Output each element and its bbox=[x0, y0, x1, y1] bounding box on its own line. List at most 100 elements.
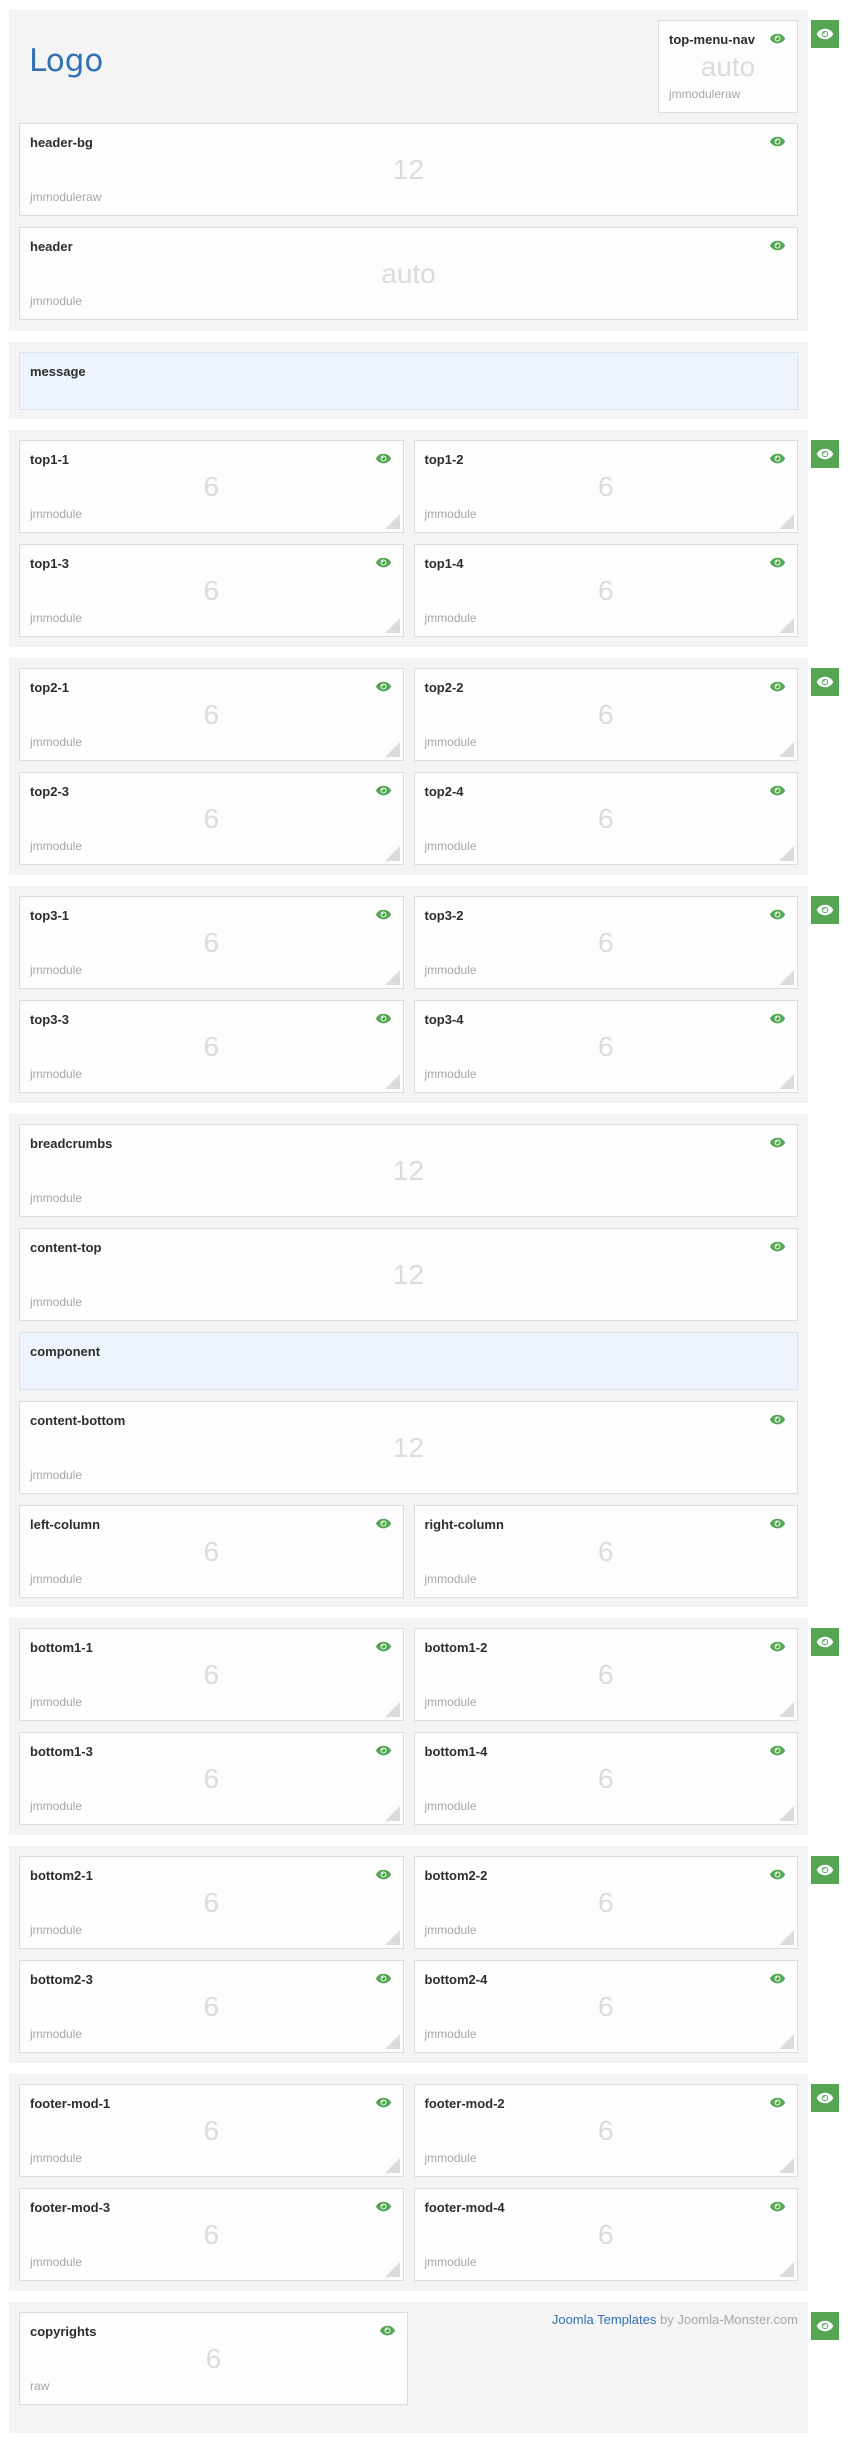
eye-icon[interactable] bbox=[769, 909, 786, 920]
resize-handle-icon[interactable] bbox=[384, 2158, 400, 2173]
eye-icon[interactable] bbox=[375, 1641, 392, 1652]
eye-icon[interactable] bbox=[769, 33, 786, 44]
resize-handle-icon[interactable] bbox=[384, 742, 400, 757]
module-position[interactable]: bottom1-2 6 jmmodule bbox=[413, 1628, 798, 1721]
joomla-templates-link[interactable]: Joomla Templates bbox=[552, 2312, 657, 2327]
module-position-breadcrumbs[interactable]: breadcrumbs 12 jmmodule bbox=[19, 1124, 798, 1217]
top2-visibility-toggle[interactable] bbox=[811, 668, 839, 696]
eye-icon[interactable] bbox=[375, 1013, 392, 1024]
module-position-message[interactable]: message bbox=[19, 352, 798, 410]
module-position[interactable]: top3-2 6 jmmodule bbox=[413, 896, 798, 989]
module-position[interactable]: top3-4 6 jmmodule bbox=[413, 1000, 798, 1093]
module-position[interactable]: bottom1-3 6 jmmodule bbox=[19, 1732, 404, 1825]
eye-icon[interactable] bbox=[769, 1241, 786, 1252]
module-position[interactable]: footer-mod-3 6 jmmodule bbox=[19, 2188, 404, 2281]
module-position-left-column[interactable]: left-column 6 jmmodule bbox=[19, 1505, 404, 1598]
module-position[interactable]: top1-4 6 jmmodule bbox=[413, 544, 798, 637]
eye-icon[interactable] bbox=[769, 1745, 786, 1756]
eye-icon[interactable] bbox=[769, 1137, 786, 1148]
module-position[interactable]: bottom2-2 6 jmmodule bbox=[413, 1856, 798, 1949]
module-position[interactable]: bottom1-1 6 jmmodule bbox=[19, 1628, 404, 1721]
module-position[interactable]: top2-3 6 jmmodule bbox=[19, 772, 404, 865]
module-position[interactable]: bottom1-4 6 jmmodule bbox=[413, 1732, 798, 1825]
eye-icon[interactable] bbox=[769, 1518, 786, 1529]
eye-icon[interactable] bbox=[769, 2097, 786, 2108]
module-position-content-bottom[interactable]: content-bottom 12 jmmodule bbox=[19, 1401, 798, 1494]
resize-handle-icon[interactable] bbox=[779, 2158, 794, 2173]
eye-icon[interactable] bbox=[375, 1869, 392, 1880]
module-position[interactable]: footer-mod-1 6 jmmodule bbox=[19, 2084, 404, 2177]
module-position[interactable]: top2-4 6 jmmodule bbox=[413, 772, 798, 865]
eye-icon[interactable] bbox=[375, 2201, 392, 2212]
module-position-top-menu-nav[interactable]: top-menu-nav auto jmmoduleraw bbox=[658, 20, 798, 113]
module-position-header[interactable]: header auto jmmodule bbox=[19, 227, 798, 320]
resize-handle-icon[interactable] bbox=[779, 1930, 794, 1945]
resize-handle-icon[interactable] bbox=[384, 846, 400, 861]
module-position[interactable]: top3-1 6 jmmodule bbox=[19, 896, 404, 989]
eye-icon[interactable] bbox=[375, 453, 392, 464]
resize-handle-icon[interactable] bbox=[779, 1702, 794, 1717]
eye-icon[interactable] bbox=[769, 1414, 786, 1425]
eye-icon[interactable] bbox=[769, 240, 786, 251]
bottom1-visibility-toggle[interactable] bbox=[811, 1628, 839, 1656]
eye-icon[interactable] bbox=[375, 1518, 392, 1529]
eye-icon[interactable] bbox=[769, 453, 786, 464]
eye-icon[interactable] bbox=[375, 2097, 392, 2108]
eye-icon[interactable] bbox=[375, 785, 392, 796]
module-position-content-top[interactable]: content-top 12 jmmodule bbox=[19, 1228, 798, 1321]
top1-visibility-toggle[interactable] bbox=[811, 440, 839, 468]
module-position[interactable]: top1-3 6 jmmodule bbox=[19, 544, 404, 637]
resize-handle-icon[interactable] bbox=[779, 846, 794, 861]
eye-icon[interactable] bbox=[375, 681, 392, 692]
resize-handle-icon[interactable] bbox=[779, 2034, 794, 2049]
footer-visibility-toggle[interactable] bbox=[811, 2084, 839, 2112]
resize-handle-icon[interactable] bbox=[779, 1074, 794, 1089]
resize-handle-icon[interactable] bbox=[384, 1074, 400, 1089]
header-visibility-toggle[interactable] bbox=[811, 20, 839, 48]
resize-handle-icon[interactable] bbox=[384, 618, 400, 633]
module-position-copyrights[interactable]: copyrights 6 raw bbox=[19, 2312, 408, 2405]
eye-icon[interactable] bbox=[375, 557, 392, 568]
module-position[interactable]: top1-1 6 jmmodule bbox=[19, 440, 404, 533]
module-position-component[interactable]: component bbox=[19, 1332, 798, 1390]
eye-icon[interactable] bbox=[769, 2201, 786, 2212]
eye-icon[interactable] bbox=[769, 136, 786, 147]
resize-handle-icon[interactable] bbox=[384, 2262, 400, 2277]
module-position[interactable]: footer-mod-4 6 jmmodule bbox=[413, 2188, 798, 2281]
eye-icon[interactable] bbox=[769, 557, 786, 568]
eye-icon[interactable] bbox=[375, 1973, 392, 1984]
module-position[interactable]: top3-3 6 jmmodule bbox=[19, 1000, 404, 1093]
resize-handle-icon[interactable] bbox=[384, 1702, 400, 1717]
eye-icon[interactable] bbox=[769, 681, 786, 692]
module-position[interactable]: top2-1 6 jmmodule bbox=[19, 668, 404, 761]
eye-icon[interactable] bbox=[375, 909, 392, 920]
resize-handle-icon[interactable] bbox=[779, 618, 794, 633]
module-position[interactable]: bottom2-1 6 jmmodule bbox=[19, 1856, 404, 1949]
eye-icon[interactable] bbox=[769, 1869, 786, 1880]
eye-icon[interactable] bbox=[769, 785, 786, 796]
top3-visibility-toggle[interactable] bbox=[811, 896, 839, 924]
eye-icon[interactable] bbox=[769, 1973, 786, 1984]
copyrights-visibility-toggle[interactable] bbox=[811, 2312, 839, 2340]
resize-handle-icon[interactable] bbox=[779, 970, 794, 985]
eye-icon[interactable] bbox=[769, 1013, 786, 1024]
module-position[interactable]: footer-mod-2 6 jmmodule bbox=[413, 2084, 798, 2177]
resize-handle-icon[interactable] bbox=[384, 970, 400, 985]
resize-handle-icon[interactable] bbox=[779, 1806, 794, 1821]
resize-handle-icon[interactable] bbox=[779, 742, 794, 757]
resize-handle-icon[interactable] bbox=[779, 514, 794, 529]
module-position-header-bg[interactable]: header-bg 12 jmmoduleraw bbox=[19, 123, 798, 216]
module-position[interactable]: top2-2 6 jmmodule bbox=[413, 668, 798, 761]
eye-icon[interactable] bbox=[375, 1745, 392, 1756]
bottom2-visibility-toggle[interactable] bbox=[811, 1856, 839, 1884]
module-position-right-column[interactable]: right-column 6 jmmodule bbox=[413, 1505, 798, 1598]
eye-icon[interactable] bbox=[379, 2325, 396, 2336]
module-position[interactable]: bottom2-3 6 jmmodule bbox=[19, 1960, 404, 2053]
resize-handle-icon[interactable] bbox=[384, 1930, 400, 1945]
resize-handle-icon[interactable] bbox=[384, 1806, 400, 1821]
module-position[interactable]: bottom2-4 6 jmmodule bbox=[413, 1960, 798, 2053]
module-position[interactable]: top1-2 6 jmmodule bbox=[413, 440, 798, 533]
resize-handle-icon[interactable] bbox=[779, 2262, 794, 2277]
eye-icon[interactable] bbox=[769, 1641, 786, 1652]
resize-handle-icon[interactable] bbox=[384, 514, 400, 529]
